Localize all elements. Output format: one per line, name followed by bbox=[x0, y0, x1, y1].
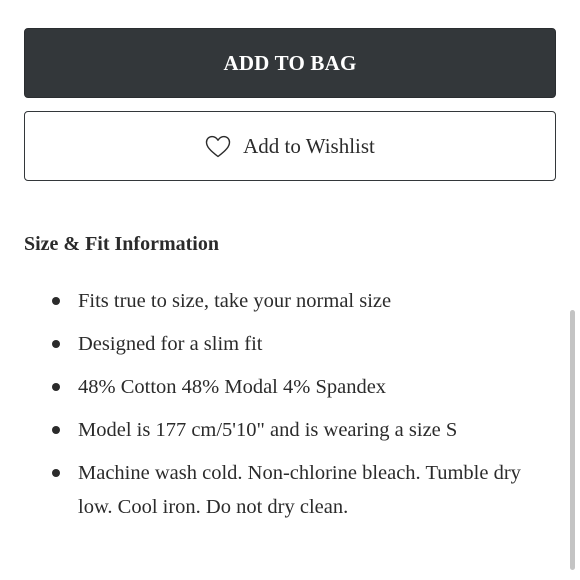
heart-icon bbox=[205, 135, 231, 159]
add-to-bag-button[interactable]: ADD TO BAG bbox=[24, 28, 556, 98]
list-item: Machine wash cold. Non-chlorine bleach. … bbox=[24, 456, 556, 524]
size-fit-heading: Size & Fit Information bbox=[24, 233, 219, 255]
list-item-text: Fits true to size, take your normal size bbox=[78, 290, 392, 312]
add-to-wishlist-button[interactable]: Add to Wishlist bbox=[24, 111, 556, 181]
list-item: Model is 177 cm/5'10" and is wearing a s… bbox=[24, 413, 556, 447]
bullet-icon bbox=[52, 469, 60, 477]
bullet-icon bbox=[52, 297, 60, 305]
bullet-icon bbox=[52, 340, 60, 348]
scrollbar[interactable] bbox=[570, 310, 575, 570]
add-to-wishlist-label: Add to Wishlist bbox=[243, 133, 375, 158]
list-item: Fits true to size, take your normal size bbox=[24, 284, 556, 318]
list-item-text: Designed for a slim fit bbox=[78, 333, 263, 355]
bullet-icon bbox=[52, 383, 60, 391]
list-item-text: 48% Cotton 48% Modal 4% Spandex bbox=[78, 376, 387, 398]
list-item-text: Model is 177 cm/5'10" and is wearing a s… bbox=[78, 419, 458, 441]
list-item-text: Machine wash cold. Non-chlorine bleach. … bbox=[78, 462, 521, 518]
list-item: Designed for a slim fit bbox=[24, 327, 556, 361]
bullet-icon bbox=[52, 426, 60, 434]
size-fit-list: Fits true to size, take your normal size… bbox=[24, 284, 556, 533]
list-item: 48% Cotton 48% Modal 4% Spandex bbox=[24, 370, 556, 404]
